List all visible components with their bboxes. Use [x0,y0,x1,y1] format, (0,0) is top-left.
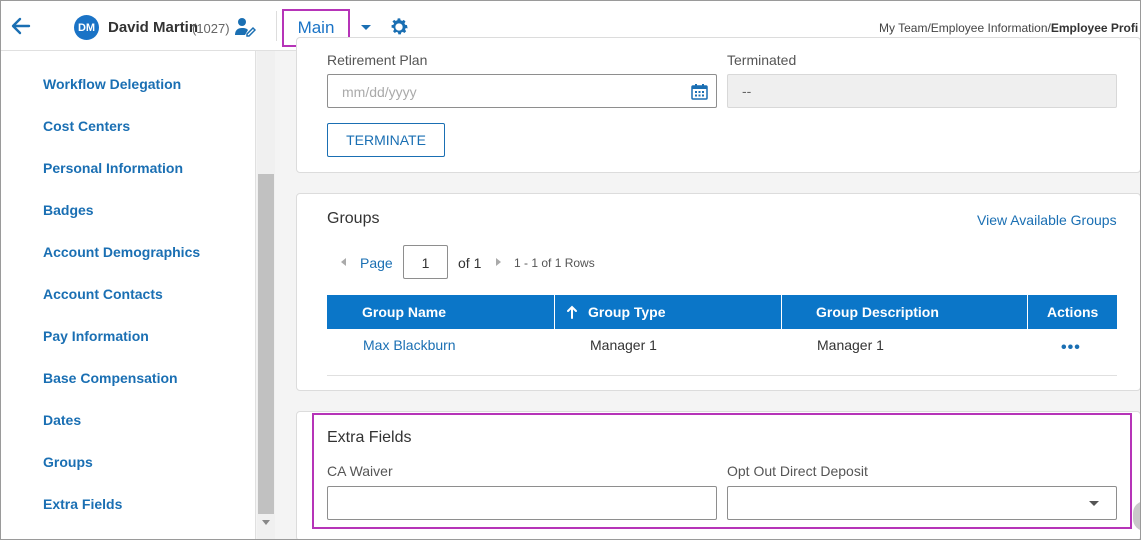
user-id: (1027) [192,21,230,36]
sidebar: Workflow Delegation Cost Centers Persona… [1,51,256,539]
user-name: David Martin [108,19,199,36]
header-divider [276,11,277,41]
next-page-icon[interactable] [495,257,503,267]
group-name-cell[interactable]: Max Blackburn [363,337,456,353]
gear-icon[interactable] [388,16,410,38]
terminated-label: Terminated [727,52,797,68]
sidebar-item-pay-information[interactable]: Pay Information [43,328,149,344]
terminated-field: -- [727,74,1117,108]
sidebar-item-dates[interactable]: Dates [43,412,81,428]
sidebar-item-workflow-delegation[interactable]: Workflow Delegation [43,76,181,92]
pager-of-label: of 1 [458,255,482,271]
breadcrumb-path[interactable]: My Team/Employee Information/ [879,21,1051,35]
sidebar-item-base-compensation[interactable]: Base Compensation [43,370,178,386]
sidebar-item-account-contacts[interactable]: Account Contacts [43,286,163,302]
extra-fields-highlight [312,413,1132,529]
row-divider [327,375,1117,376]
group-description-cell: Manager 1 [817,337,884,353]
sidebar-item-badges[interactable]: Badges [43,202,94,218]
retirement-plan-placeholder: mm/dd/yyyy [342,84,417,100]
column-separator [1027,295,1028,329]
pager-rows-label: 1 - 1 of 1 Rows [514,256,595,270]
calendar-icon[interactable] [691,83,708,100]
column-separator [781,295,782,329]
pager-page-label: Page [360,255,393,271]
column-header-group-type[interactable]: Group Type [588,295,666,329]
back-arrow-icon[interactable] [9,14,33,38]
retirement-plan-label: Retirement Plan [327,52,428,68]
column-header-actions: Actions [1047,304,1099,320]
app-window: DM David Martin (1027) Main My Team/Empl… [0,0,1141,540]
retirement-plan-input[interactable]: mm/dd/yyyy [327,74,717,108]
sort-up-icon[interactable] [566,305,578,319]
column-header-group-name[interactable]: Group Name [362,295,446,329]
sidebar-item-cost-centers[interactable]: Cost Centers [43,118,130,134]
column-separator [554,295,555,329]
avatar[interactable]: DM [74,15,99,40]
sidebar-scrollbar[interactable] [257,51,275,539]
breadcrumb-current: Employee Profi [1050,21,1139,35]
sidebar-item-groups[interactable]: Groups [43,454,93,470]
sidebar-item-extra-fields[interactable]: Extra Fields [43,496,122,512]
sidebar-item-account-demographics[interactable]: Account Demographics [43,244,200,260]
view-available-groups-link[interactable]: View Available Groups [977,212,1117,228]
scroll-thumb[interactable] [258,174,274,514]
page-number-input[interactable]: 1 [403,245,448,279]
groups-grid-header: Group Name Group Type Group Description … [327,295,1117,329]
page-number-value: 1 [421,255,430,271]
terminate-button[interactable]: TERMINATE [327,123,445,157]
groups-title: Groups [327,210,380,227]
caret-down-icon[interactable] [359,23,373,33]
terminated-value: -- [742,83,752,99]
sidebar-item-personal-information[interactable]: Personal Information [43,160,183,176]
scroll-down-icon[interactable] [261,519,271,527]
column-header-group-description[interactable]: Group Description [816,295,939,329]
group-type-cell: Manager 1 [590,337,657,353]
breadcrumb: My Team/Employee Information/Employee Pr… [879,21,1140,35]
user-edit-icon[interactable] [234,16,256,38]
more-dots-icon[interactable]: ••• [1061,339,1081,357]
prev-page-icon[interactable] [339,257,347,267]
